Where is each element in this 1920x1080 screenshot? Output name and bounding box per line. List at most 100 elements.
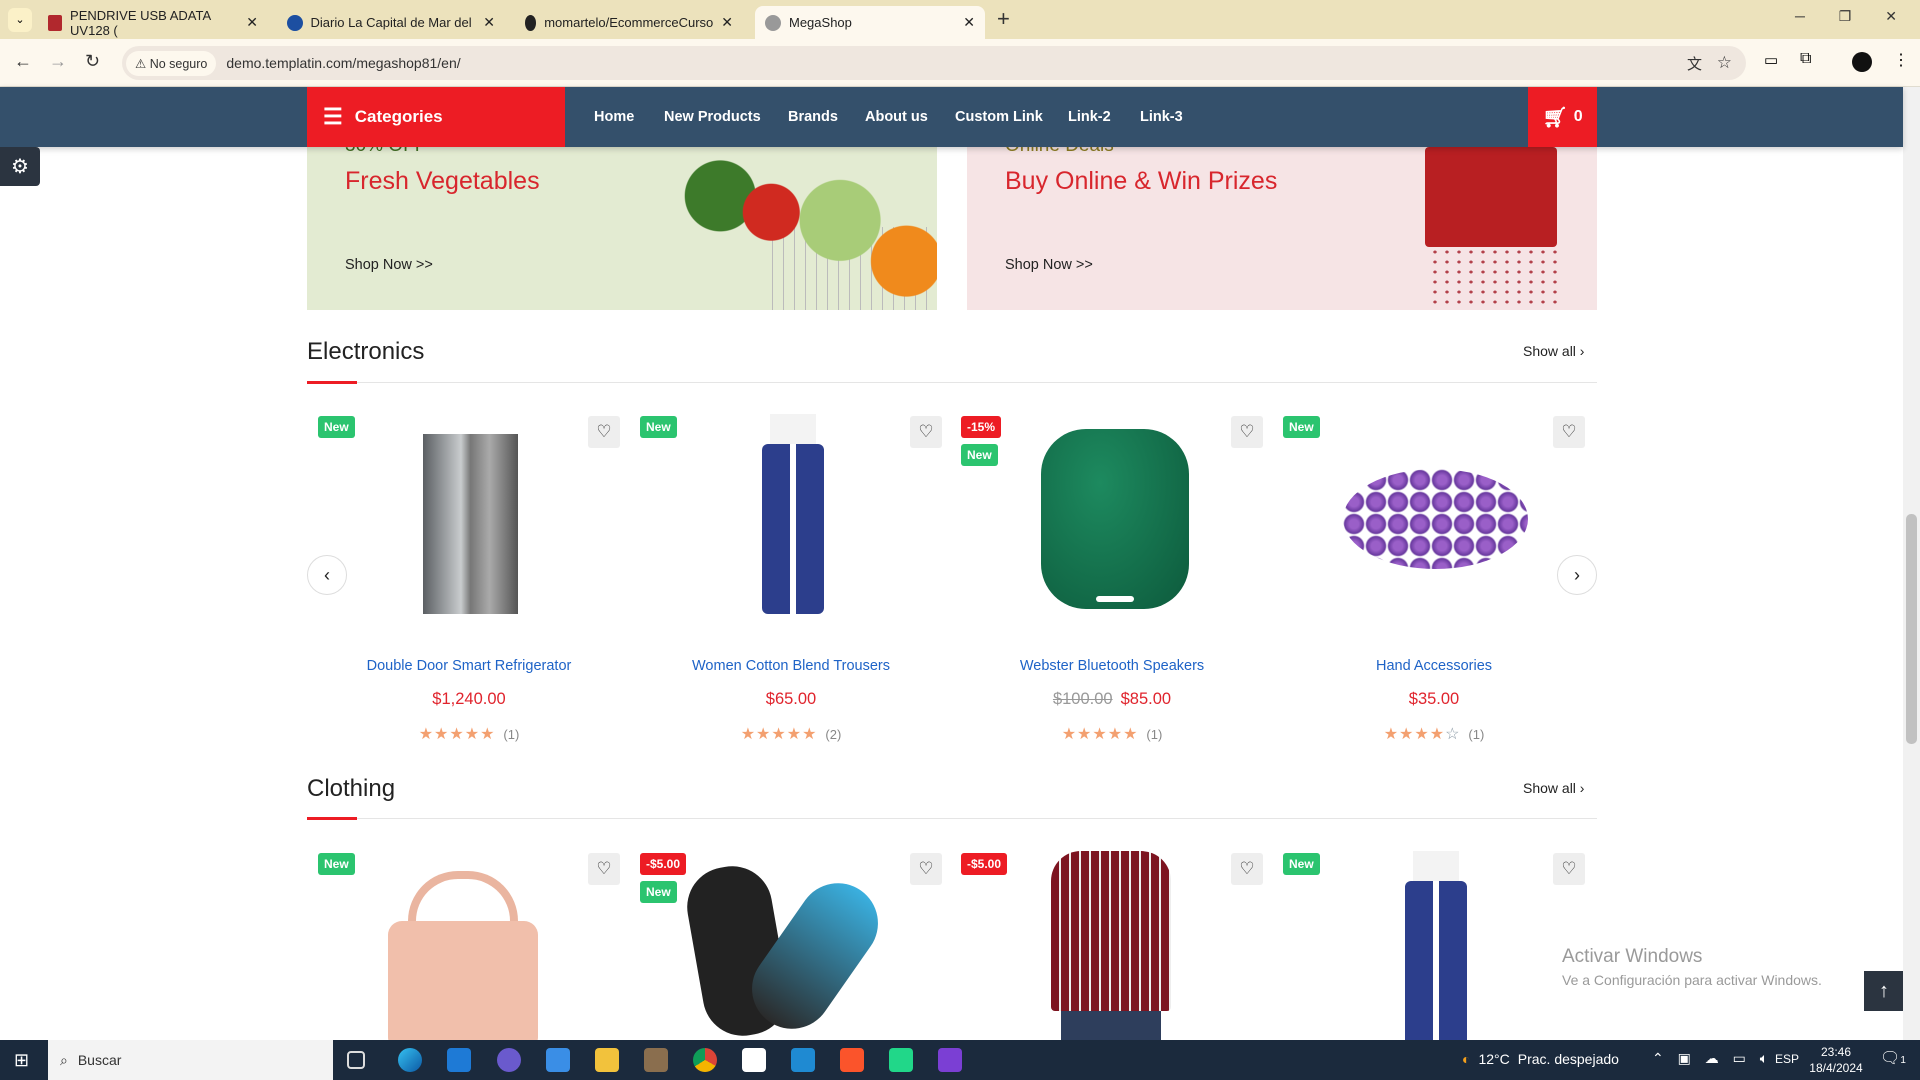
chrome-icon[interactable] (693, 1048, 717, 1072)
wishlist-heart-icon[interactable]: ♡ (1231, 853, 1263, 885)
trousers-image[interactable] (680, 414, 902, 636)
categories-button[interactable]: ☰ Categories (307, 87, 565, 147)
nav-about-us[interactable]: About us (865, 87, 928, 147)
vscode-icon[interactable] (791, 1048, 815, 1072)
banner-fresh-vegetables[interactable]: 30% OFF Fresh Vegetables Shop Now >> (307, 147, 937, 310)
close-tab-icon[interactable]: ✕ (246, 14, 258, 31)
extensions-icon[interactable]: ⧉ (1800, 50, 1811, 68)
tab-favicon-icon (48, 14, 63, 31)
product-card[interactable]: New ♡ (1273, 851, 1595, 1040)
back-icon[interactable]: ← (14, 51, 32, 72)
show-all-clothing-link[interactable]: Show all › (1523, 780, 1584, 796)
product-name[interactable]: Webster Bluetooth Speakers (951, 658, 1273, 674)
wishlist-heart-icon[interactable]: ♡ (910, 853, 942, 885)
file-explorer-icon[interactable] (595, 1048, 619, 1072)
product-name[interactable]: Double Door Smart Refrigerator (308, 658, 630, 674)
product-card[interactable]: -$5.00 ♡ (951, 851, 1273, 1040)
store-icon[interactable] (742, 1048, 766, 1072)
wishlist-heart-icon[interactable]: ♡ (1553, 853, 1585, 885)
striped-shirt-image[interactable] (1001, 851, 1223, 1040)
close-tab-icon[interactable]: ✕ (721, 14, 733, 31)
new-badge: New (1283, 416, 1320, 438)
product-card[interactable]: -$5.00 New ♡ (630, 851, 952, 1040)
url-field[interactable]: ⚠ No seguro demo.templatin.com/megashop8… (122, 46, 1746, 80)
browser-tab[interactable]: PENDRIVE USB ADATA UV128 (✕ (38, 6, 268, 39)
app-icon[interactable] (497, 1048, 521, 1072)
close-tab-icon[interactable]: ✕ (483, 14, 495, 31)
scrollbar-thumb[interactable] (1906, 514, 1917, 744)
nav-link-2[interactable]: Link-2 (1068, 87, 1111, 147)
bracelet-image[interactable] (1323, 414, 1545, 636)
wishlist-heart-icon[interactable]: ♡ (588, 416, 620, 448)
old-price: $100.00 (1052, 690, 1113, 708)
shop-now-link[interactable]: Shop Now >> (345, 257, 433, 273)
browser-menu-icon[interactable]: ⋮ (1893, 50, 1909, 70)
nav-link-3[interactable]: Link-3 (1140, 87, 1183, 147)
product-price: $1,240.00 (432, 690, 506, 708)
theme-settings-button[interactable]: ⚙ (0, 147, 40, 186)
bookmark-star-icon[interactable]: ☆ (1717, 53, 1732, 73)
window-controls[interactable]: ─ ❐ ✕ (1795, 8, 1897, 25)
discount-badge: -$5.00 (640, 853, 687, 875)
carousel-prev-button[interactable]: ‹ (307, 555, 347, 595)
wishlist-heart-icon[interactable]: ♡ (588, 853, 620, 885)
product-name[interactable]: Hand Accessories (1273, 658, 1595, 674)
forward-icon[interactable]: → (49, 51, 67, 72)
nav-new-products[interactable]: New Products (664, 87, 761, 147)
browser-tab-bar: ⌄ PENDRIVE USB ADATA UV128 (✕ Diario La … (0, 0, 1920, 39)
tab-favicon-icon (765, 14, 781, 31)
close-tab-icon[interactable]: ✕ (963, 14, 975, 31)
mail-icon[interactable] (447, 1048, 471, 1072)
start-button[interactable]: ⊞ (14, 1050, 29, 1071)
pycharm-icon[interactable] (889, 1048, 913, 1072)
profile-avatar[interactable] (1852, 52, 1872, 72)
edge-icon[interactable] (398, 1048, 422, 1072)
stars-decoration-image (1429, 247, 1559, 310)
back-to-top-button[interactable]: ↑ (1864, 971, 1904, 1011)
taskbar-search[interactable]: ⌕ Buscar (48, 1040, 333, 1080)
cast-icon[interactable]: ▭ (1764, 51, 1778, 69)
brave-icon[interactable] (840, 1048, 864, 1072)
wishlist-heart-icon[interactable]: ♡ (1231, 416, 1263, 448)
refrigerator-image[interactable] (358, 414, 580, 636)
gift-box-image (1425, 147, 1557, 247)
clock[interactable]: 23:46 18/4/2024 (1806, 1044, 1866, 1076)
trousers-image[interactable] (1323, 851, 1545, 1040)
rating-stars: ★★★★★ (1) (418, 726, 520, 743)
translate-icon[interactable]: 文 (1687, 53, 1702, 74)
nav-brands[interactable]: Brands (788, 87, 838, 147)
reload-icon[interactable]: ↻ (85, 51, 100, 72)
security-indicator[interactable]: ⚠ No seguro (126, 50, 217, 76)
speaker-image[interactable] (1001, 414, 1223, 636)
language-indicator[interactable]: ESP (1775, 1052, 1799, 1066)
new-badge: New (1283, 853, 1320, 875)
wishlist-heart-icon[interactable]: ♡ (910, 416, 942, 448)
browser-tab[interactable]: momartelo/EcommerceCurso ✕ (515, 6, 743, 39)
nav-custom-link[interactable]: Custom Link (955, 87, 1043, 147)
new-tab-button[interactable]: + (997, 6, 1010, 32)
windows-taskbar: ⊞ ⌕ Buscar ◐ 12°C Prac. despejado ⌃ ▣ ☁ ▭ 🔈… (0, 1040, 1920, 1080)
show-all-electronics-link[interactable]: Show all › (1523, 343, 1584, 359)
shop-now-link[interactable]: Shop Now >> (1005, 257, 1093, 273)
browser-tab[interactable]: Diario La Capital de Mar del Pla✕ (277, 6, 505, 39)
browser-tab-active[interactable]: MegaShop ✕ (755, 6, 985, 39)
page-scrollbar[interactable] (1903, 87, 1920, 1040)
product-name[interactable]: Women Cotton Blend Trousers (630, 658, 952, 674)
cart-button[interactable]: 🛒︎ 0 (1528, 87, 1597, 147)
product-card[interactable]: New ♡ (308, 851, 630, 1040)
notifications-icon[interactable]: 🗨︎1 (1880, 1048, 1906, 1068)
weather-widget[interactable]: ◐ 12°C Prac. despejado (1462, 1051, 1619, 1067)
nav-home[interactable]: Home (594, 87, 634, 147)
tab-search-button[interactable]: ⌄ (8, 8, 32, 32)
todo-icon[interactable] (546, 1048, 570, 1072)
wishlist-heart-icon[interactable]: ♡ (1553, 416, 1585, 448)
address-bar-row: ← → ↻ ⚠ No seguro demo.templatin.com/meg… (0, 39, 1920, 87)
handbag-image[interactable] (358, 851, 580, 1040)
game-app-icon[interactable] (644, 1048, 668, 1072)
system-tray-icons[interactable]: ⌃ ▣ ☁ ▭ 🔈︎ (1652, 1050, 1768, 1067)
banner-online-deals[interactable]: Online Deals Buy Online & Win Prizes Sho… (967, 147, 1597, 310)
sneakers-image[interactable] (680, 851, 902, 1040)
carousel-next-button[interactable]: › (1557, 555, 1597, 595)
visual-studio-icon[interactable] (938, 1048, 962, 1072)
task-view-icon[interactable] (347, 1051, 365, 1069)
